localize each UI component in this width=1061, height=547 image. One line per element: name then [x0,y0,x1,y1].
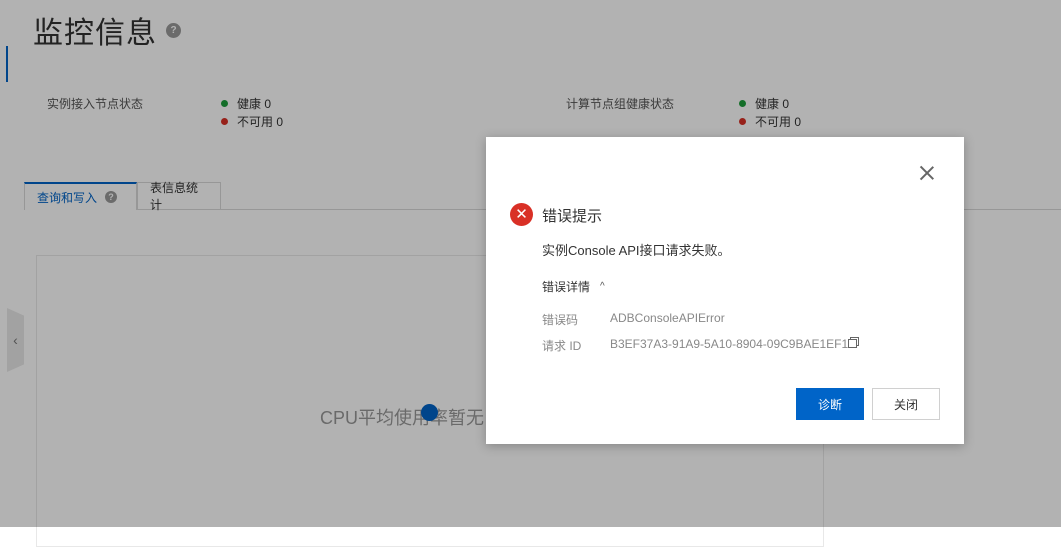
close-icon[interactable] [919,165,935,181]
error-code-value: ADBConsoleAPIError [610,311,725,325]
error-details-label: 错误详情 [542,280,591,294]
request-id-value: B3EF37A3-91A9-5A10-8904-09C9BAE1EF10 [610,337,855,351]
error-dialog: ✕ 错误提示 实例Console API接口请求失败。 错误详情 ^ 错误码 A… [486,137,964,444]
error-icon: ✕ [510,203,533,226]
error-code-label: 错误码 [542,313,579,327]
diagnose-button[interactable]: 诊断 [796,388,864,420]
chevron-up-icon: ^ [600,281,605,292]
error-details-toggle[interactable]: 错误详情 ^ [542,278,605,295]
request-id-label: 请求 ID [542,339,582,353]
dialog-title: 错误提示 [542,208,603,225]
copy-icon[interactable] [848,337,859,348]
close-button[interactable]: 关闭 [872,388,940,420]
dialog-message: 实例Console API接口请求失败。 [542,243,731,258]
